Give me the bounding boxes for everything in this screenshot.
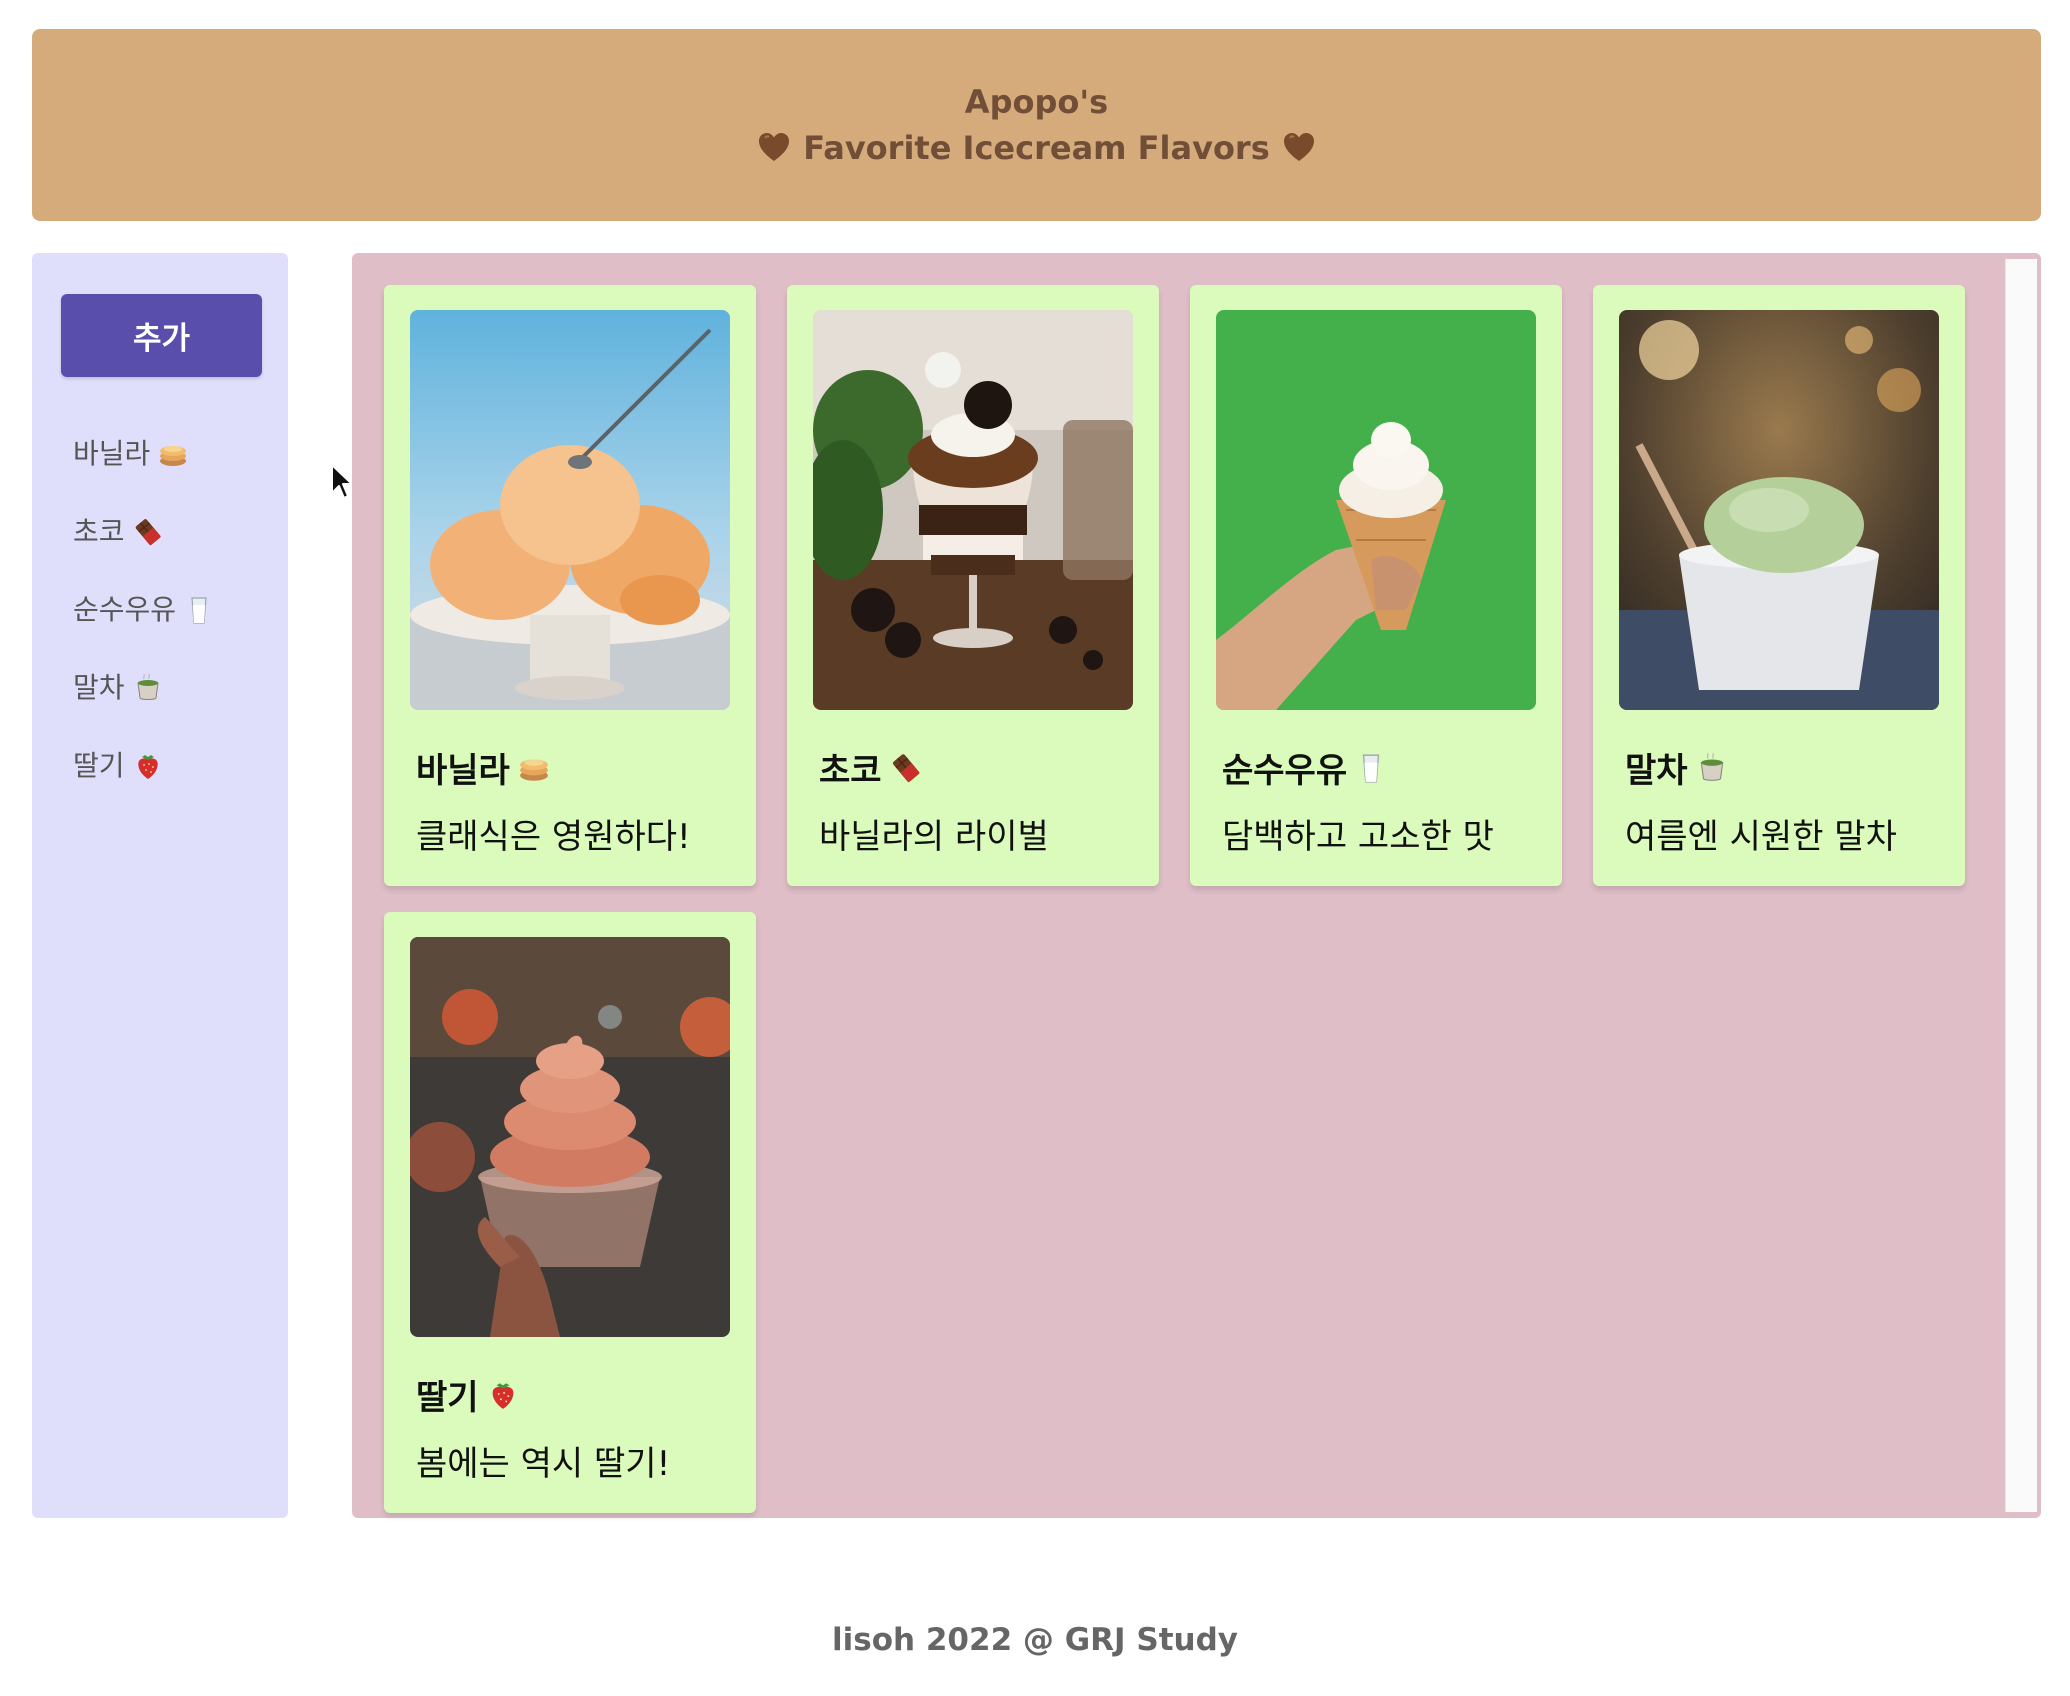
pancakes-icon: [158, 439, 188, 469]
sidebar-item-label: 초코: [73, 515, 125, 548]
card-title-text: 바닐라: [416, 751, 510, 791]
flavor-card-matcha[interactable]: 말차 여름엔 시원한 말차: [1593, 285, 1965, 886]
card-title-text: 순수우유: [1222, 751, 1348, 791]
card-title: 딸기: [416, 1370, 519, 1419]
card-title-text: 말차: [1625, 751, 1688, 791]
card-title: 순수우유: [1222, 743, 1387, 792]
matcha-cup-photo: [1619, 310, 1939, 710]
flavor-card-strawberry[interactable]: 딸기 봄에는 역시 딸기!: [384, 912, 756, 1513]
page-header: Apopo's Favorite Icecream Flavors: [32, 29, 2041, 221]
sidebar-item-matcha[interactable]: 말차: [73, 649, 214, 727]
card-description: 클래식은 영원하다!: [416, 817, 691, 857]
green-tea-icon: [133, 673, 163, 703]
strawberry-icon: [487, 1379, 519, 1411]
card-description: 봄에는 역시 딸기!: [416, 1444, 671, 1484]
sidebar-item-label: 순수우유: [73, 593, 177, 626]
card-description: 바닐라의 라이벌: [819, 817, 1049, 857]
sidebar: 추가 바닐라 초코 순수우유 말차 딸기: [32, 253, 288, 1518]
card-title: 말차: [1625, 743, 1728, 792]
flavor-card-milk[interactable]: 순수우유 담백하고 고소한 맛: [1190, 285, 1562, 886]
strawberry-icon: [133, 751, 163, 781]
header-title: Apopo's: [964, 83, 1109, 121]
brown-heart-icon: [757, 131, 791, 165]
brown-heart-icon: [1282, 131, 1316, 165]
add-button[interactable]: 추가: [61, 294, 262, 377]
green-tea-icon: [1696, 752, 1728, 784]
header-title-line2: Favorite Icecream Flavors: [757, 125, 1316, 171]
sidebar-item-milk[interactable]: 순수우유: [73, 571, 214, 649]
sidebar-item-label: 바닐라: [73, 437, 151, 470]
flavor-grid: 바닐라 클래식은 영원하다! 초코 바닐라의 라이벌 순수우유 담백하고 고소한…: [352, 253, 2041, 1518]
card-title-text: 딸기: [416, 1378, 479, 1418]
card-description: 여름엔 시원한 말차: [1625, 817, 1897, 857]
chocolate-bar-icon: [890, 752, 922, 784]
sidebar-list: 바닐라 초코 순수우유 말차 딸기: [73, 415, 214, 805]
card-title: 바닐라: [416, 743, 550, 792]
sidebar-item-label: 말차: [73, 671, 125, 704]
card-description: 담백하고 고소한 맛: [1222, 817, 1494, 857]
glass-of-milk-icon: [184, 595, 214, 625]
chocolate-bar-icon: [133, 517, 163, 547]
sidebar-item-choco[interactable]: 초코: [73, 493, 214, 571]
sidebar-item-label: 딸기: [73, 749, 125, 782]
header-title-line1: Apopo's: [965, 79, 1108, 125]
strawberry-softserve-photo: [410, 937, 730, 1337]
flavor-card-choco[interactable]: 초코 바닐라의 라이벌: [787, 285, 1159, 886]
sidebar-item-strawberry[interactable]: 딸기: [73, 727, 214, 805]
flavor-card-vanilla[interactable]: 바닐라 클래식은 영원하다!: [384, 285, 756, 886]
vanilla-icecream-photo: [410, 310, 730, 710]
milk-cone-photo: [1216, 310, 1536, 710]
scrollbar[interactable]: [2005, 259, 2037, 1512]
choco-parfait-photo: [813, 310, 1133, 710]
pancakes-icon: [518, 752, 550, 784]
card-title: 초코: [819, 743, 922, 792]
header-subtitle: Favorite Icecream Flavors: [803, 129, 1270, 167]
footer: lisoh 2022 @ GRJ Study: [832, 1622, 1238, 1658]
card-title-text: 초코: [819, 751, 882, 791]
app-page: Apopo's Favorite Icecream Flavors 추가 바닐라…: [0, 0, 2070, 1696]
sidebar-item-vanilla[interactable]: 바닐라: [73, 415, 214, 493]
glass-of-milk-icon: [1355, 752, 1387, 784]
mouse-cursor-icon: [331, 464, 353, 499]
